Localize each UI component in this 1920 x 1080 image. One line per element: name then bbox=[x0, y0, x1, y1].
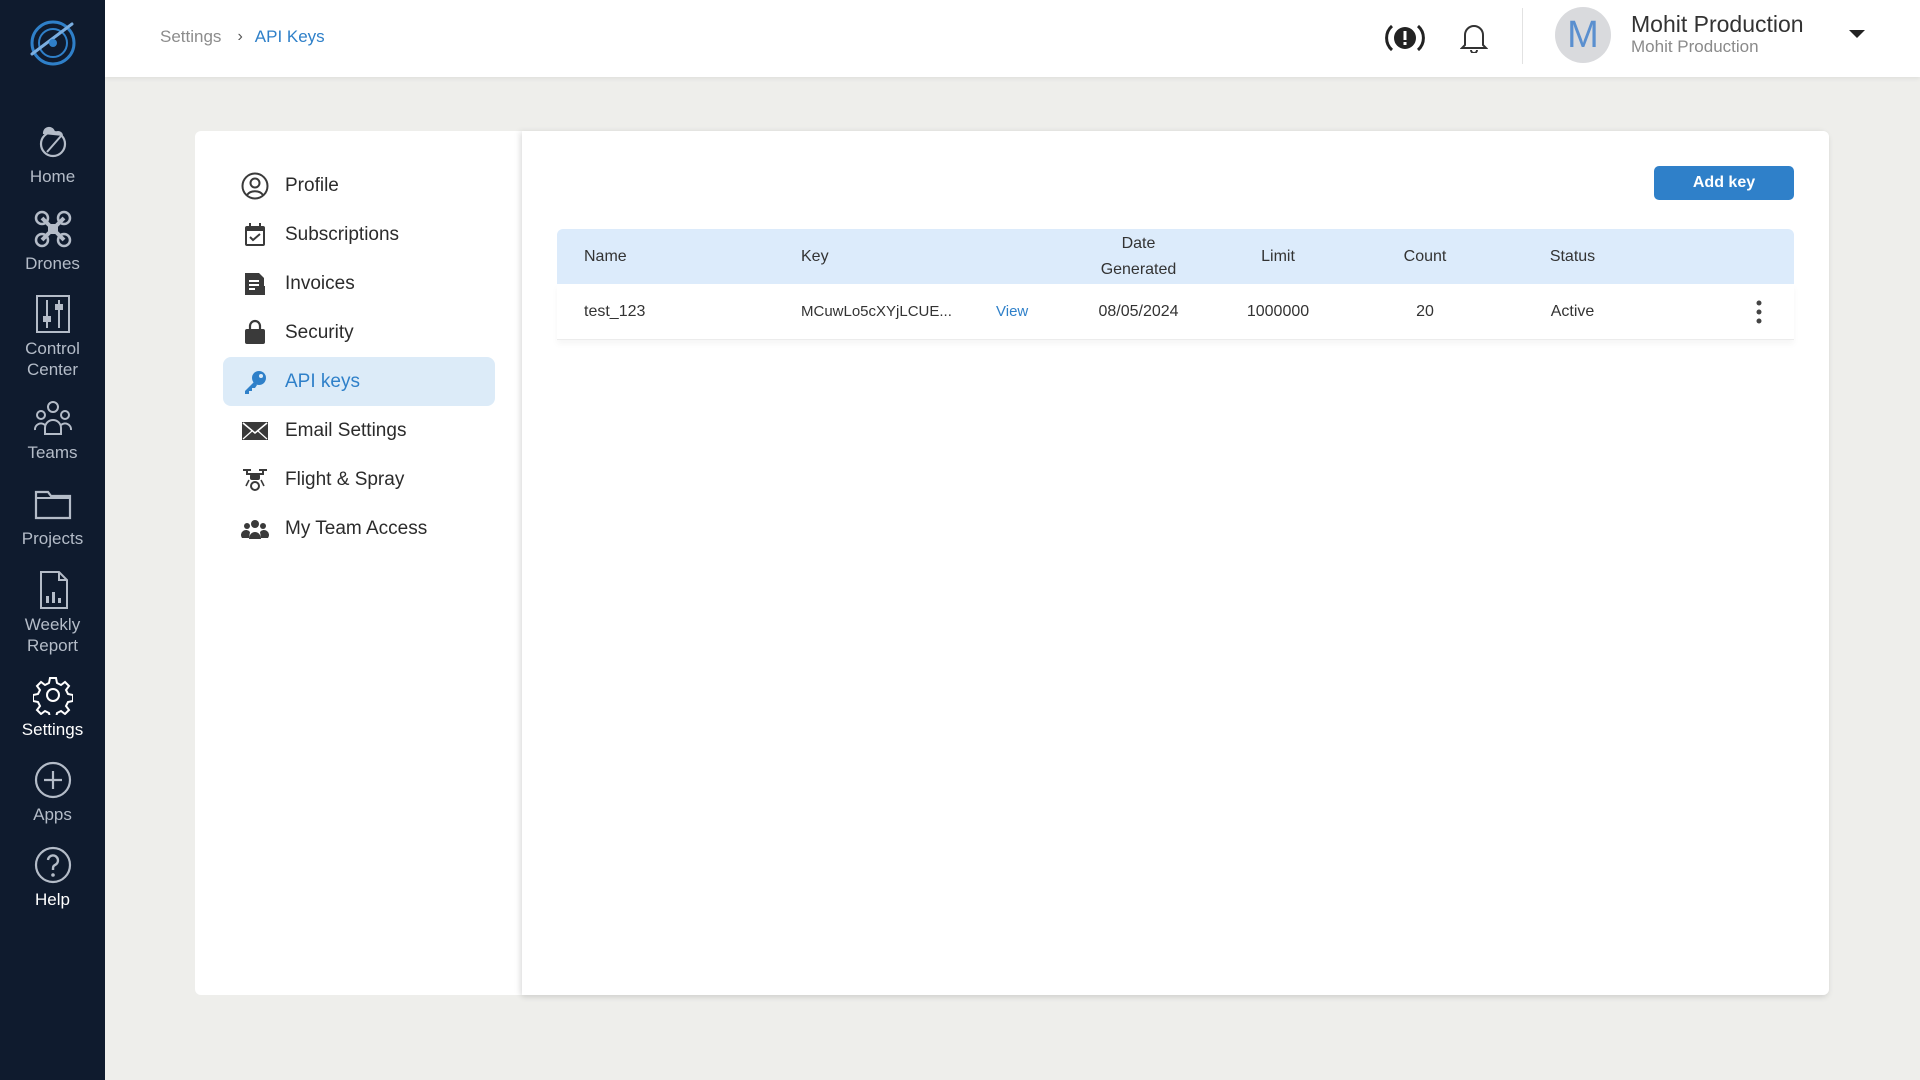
sliders-icon bbox=[35, 295, 70, 333]
breadcrumb-separator: › bbox=[237, 28, 243, 45]
avatar[interactable]: M bbox=[1555, 7, 1611, 63]
nav-label: Projects bbox=[21, 529, 84, 548]
nav-apps[interactable]: Apps bbox=[0, 760, 105, 825]
cell-status: Active bbox=[1550, 302, 1595, 320]
breadcrumb: Settings › API Keys bbox=[160, 27, 325, 47]
gear-icon bbox=[32, 677, 73, 715]
menu-item-security[interactable]: Security bbox=[223, 308, 495, 357]
nav-teams[interactable]: Teams bbox=[0, 398, 105, 463]
top-divider bbox=[1522, 8, 1523, 64]
lock-bag-icon bbox=[245, 319, 265, 344]
menu-item-subscriptions[interactable]: Subscriptions bbox=[223, 210, 495, 259]
header-date-line1: Date bbox=[1121, 234, 1156, 252]
breadcrumb-current: API Keys bbox=[254, 27, 325, 46]
header-key: Key bbox=[801, 247, 829, 265]
report-icon bbox=[39, 571, 68, 609]
header-date-generated: Date Generated bbox=[1076, 231, 1201, 283]
api-keys-table: Name Key Date Generated Limit Count Stat… bbox=[557, 229, 1794, 340]
menu-item-email-settings[interactable]: Email Settings bbox=[223, 406, 495, 455]
user-subtitle: Mohit Production bbox=[1631, 37, 1759, 56]
menu-item-label: Security bbox=[285, 321, 354, 343]
nav-weekly-report[interactable]: Weekly Report bbox=[0, 570, 105, 656]
cell-actions bbox=[1650, 299, 1794, 325]
bell-icon bbox=[1460, 25, 1488, 53]
breadcrumb-settings-link[interactable]: Settings bbox=[160, 27, 221, 47]
logo-icon[interactable] bbox=[26, 14, 80, 68]
invoice-icon bbox=[245, 272, 265, 295]
header-name: Name bbox=[584, 247, 627, 265]
cell-key: MCuwLo5cXYjLCUE... View bbox=[801, 303, 1076, 320]
nav-label: Teams bbox=[27, 443, 78, 462]
nav-projects[interactable]: Projects bbox=[0, 484, 105, 549]
nav-label: Control Center bbox=[25, 339, 80, 379]
header-status: Status bbox=[1549, 247, 1596, 265]
nav-help[interactable]: Help bbox=[0, 845, 105, 910]
nav-label: Settings bbox=[21, 720, 84, 739]
menu-item-api-keys[interactable]: API keys bbox=[223, 357, 495, 406]
table-header: Name Key Date Generated Limit Count Stat… bbox=[557, 229, 1794, 284]
drone-icon bbox=[34, 210, 71, 248]
nav-settings[interactable]: Settings bbox=[0, 675, 105, 740]
folder-icon bbox=[34, 490, 71, 520]
menu-item-label: My Team Access bbox=[285, 517, 428, 539]
nav-control-center[interactable]: Control Center bbox=[0, 294, 105, 380]
menu-item-label: API keys bbox=[285, 370, 360, 392]
settings-card: Profile Subscriptions Invoices Security … bbox=[195, 131, 1829, 995]
envelope-icon bbox=[242, 421, 268, 440]
notifications-button[interactable] bbox=[1452, 16, 1496, 60]
view-key-link[interactable]: View bbox=[996, 303, 1028, 320]
key-icon bbox=[245, 370, 266, 394]
nav-label: Weekly Report bbox=[24, 615, 81, 655]
users-icon bbox=[241, 519, 269, 539]
nav-label: Help bbox=[35, 890, 70, 909]
left-navigation: Home Drones Control Center Teams Project… bbox=[0, 0, 105, 1080]
cell-count: 20 bbox=[1416, 302, 1434, 320]
settings-menu: Profile Subscriptions Invoices Security … bbox=[223, 161, 495, 553]
api-keys-panel: Add key Name Key Date Generated Limit Co… bbox=[522, 131, 1829, 995]
menu-item-label: Email Settings bbox=[285, 419, 407, 441]
nav-label: Home bbox=[29, 167, 76, 186]
nav-label: Drones bbox=[25, 254, 80, 273]
nav-drones[interactable]: Drones bbox=[0, 209, 105, 274]
alert-icon bbox=[1385, 24, 1425, 52]
user-name[interactable]: Mohit Production bbox=[1631, 11, 1804, 38]
cell-name: test_123 bbox=[584, 302, 646, 320]
add-key-button[interactable]: Add key bbox=[1654, 166, 1794, 200]
cell-limit: 1000000 bbox=[1246, 302, 1310, 320]
header-limit: Limit bbox=[1261, 247, 1295, 265]
menu-item-label: Flight & Spray bbox=[285, 468, 405, 490]
menu-item-invoices[interactable]: Invoices bbox=[223, 259, 495, 308]
calendar-check-icon bbox=[245, 222, 265, 246]
menu-item-my-team-access[interactable]: My Team Access bbox=[223, 504, 495, 553]
header-count: Count bbox=[1403, 247, 1447, 265]
nav-label: Apps bbox=[33, 805, 72, 824]
table-row: test_123 MCuwLo5cXYjLCUE... View 08/05/2… bbox=[557, 284, 1794, 340]
plus-circle-icon bbox=[34, 761, 71, 799]
home-drone-icon bbox=[39, 126, 66, 158]
menu-item-profile[interactable]: Profile bbox=[223, 161, 495, 210]
spray-drone-icon bbox=[243, 468, 267, 491]
menu-item-label: Profile bbox=[285, 174, 339, 196]
caret-down-icon[interactable] bbox=[1843, 24, 1871, 44]
key-value: MCuwLo5cXYjLCUE... bbox=[801, 303, 952, 320]
menu-item-flight-spray[interactable]: Flight & Spray bbox=[223, 455, 495, 504]
cell-date: 08/05/2024 bbox=[1098, 302, 1179, 320]
menu-item-label: Invoices bbox=[285, 272, 355, 294]
more-vertical-icon[interactable] bbox=[1754, 299, 1764, 325]
top-bar: Settings › API Keys M Mohit Production M… bbox=[105, 0, 1920, 77]
alert-button[interactable] bbox=[1383, 16, 1427, 60]
help-icon bbox=[34, 846, 71, 884]
header-date-line2: Generated bbox=[1100, 260, 1177, 278]
user-circle-icon bbox=[241, 172, 269, 199]
menu-item-label: Subscriptions bbox=[285, 223, 400, 245]
nav-home[interactable]: Home bbox=[0, 122, 105, 187]
team-icon bbox=[33, 401, 72, 435]
